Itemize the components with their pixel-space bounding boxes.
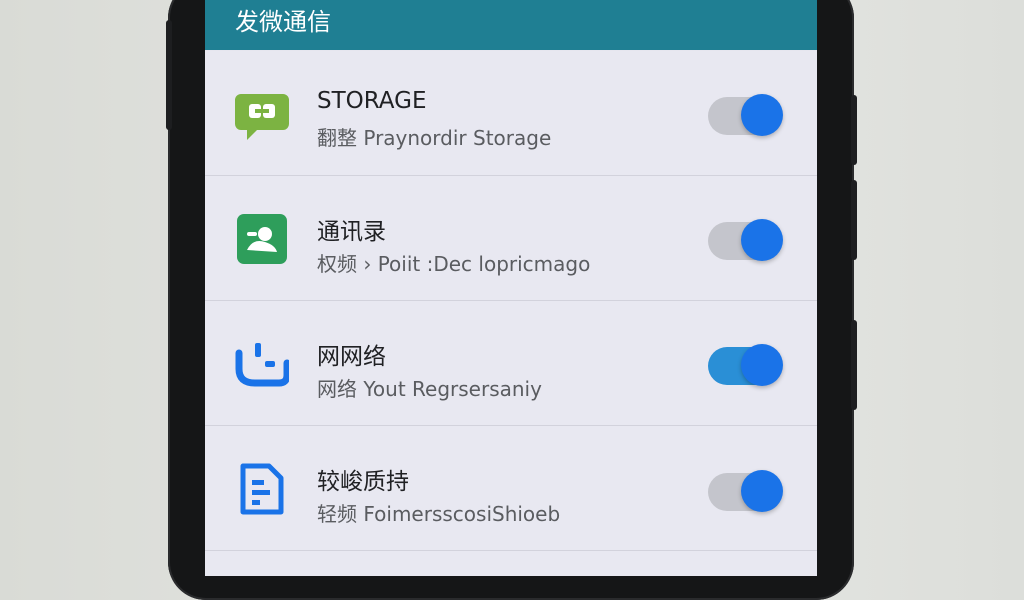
- setting-row-contacts[interactable]: 通讯录 权频 › Poiit :Dec lopricmago: [205, 176, 817, 301]
- network-toggle[interactable]: [705, 344, 783, 388]
- setting-subtitle: 轻频 FoimersscosiShioeb: [317, 502, 561, 526]
- chat-icon: [235, 88, 289, 142]
- contacts-icon: [235, 212, 289, 266]
- setting-subtitle: 网络 Yout Regrsersaniy: [317, 377, 542, 401]
- setting-title: 通讯录: [317, 219, 386, 245]
- settings-screen: 发微通信 STORAGE 翻整 Praynordir Storage 通讯录 权…: [205, 0, 817, 576]
- setting-title: 网网络: [317, 344, 386, 370]
- setting-row-network[interactable]: 网网络 网络 Yout Regrsersaniy: [205, 301, 817, 426]
- setting-subtitle: 权频 › Poiit :Dec lopricmago: [317, 252, 591, 276]
- left-side-button: [166, 20, 172, 130]
- volume-down-button: [851, 180, 857, 260]
- app-header: 发微通信: [205, 0, 817, 50]
- storage-toggle[interactable]: [705, 94, 783, 138]
- volume-up-button: [851, 95, 857, 165]
- setting-subtitle: 翻整 Praynordir Storage: [317, 126, 552, 150]
- document-icon: [235, 462, 289, 516]
- page-title: 发微通信: [235, 8, 331, 36]
- setting-row-next: [205, 551, 817, 576]
- setting-row-storage[interactable]: STORAGE 翻整 Praynordir Storage: [205, 51, 817, 176]
- network-icon: [235, 339, 291, 393]
- setting-row-storage-policy[interactable]: 较峻质持 轻频 FoimersscosiShioeb: [205, 426, 817, 551]
- storage-policy-toggle[interactable]: [705, 470, 783, 514]
- setting-title: STORAGE: [317, 88, 427, 114]
- contacts-toggle[interactable]: [705, 219, 783, 263]
- power-button: [851, 320, 857, 410]
- setting-title: 较峻质持: [317, 469, 409, 495]
